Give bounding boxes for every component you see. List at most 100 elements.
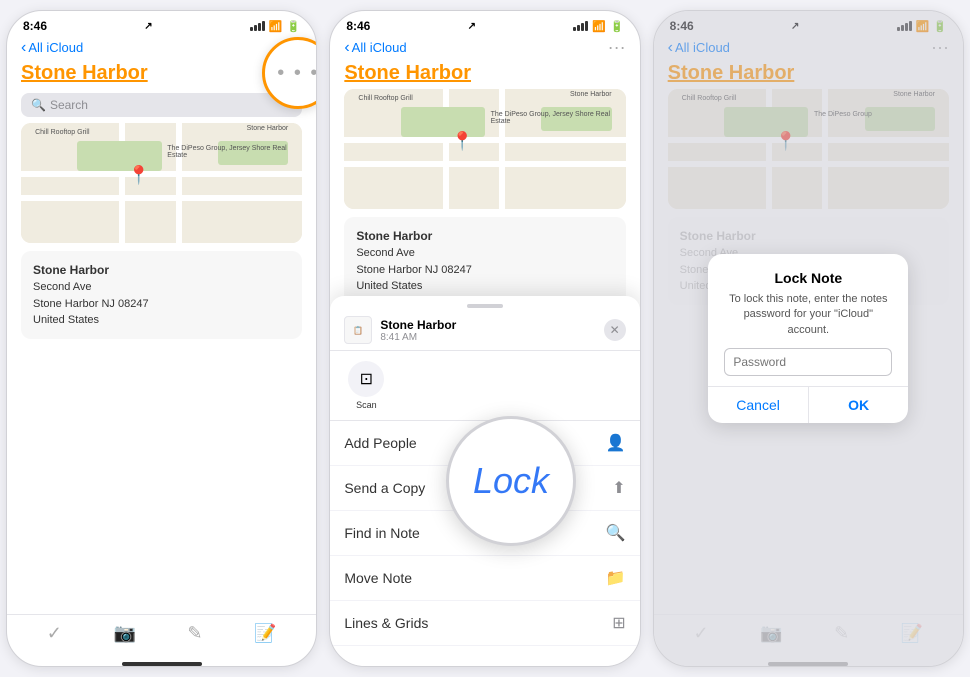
wifi-icon-2: 📶 xyxy=(592,20,606,33)
address-card-2: Stone Harbor Second Ave Stone Harbor NJ … xyxy=(344,217,625,305)
dialog-buttons: Cancel OK xyxy=(708,386,908,423)
bar3 xyxy=(258,23,261,31)
status-arrow-icon-2: ↗ xyxy=(468,21,476,32)
search-placeholder-1: Search xyxy=(50,98,88,112)
battery-icon-2: 🔋 xyxy=(610,20,624,33)
address-card-1: Stone Harbor Second Ave Stone Harbor NJ … xyxy=(21,251,302,339)
lock-dialog: Lock Note To lock this note, enter the n… xyxy=(708,254,908,423)
note-title-2: Stone Harbor xyxy=(330,62,639,89)
label-dipeso-2: The DiPeso Group, Jersey Shore Real Esta… xyxy=(491,111,626,125)
sheet-note-details: Stone Harbor 8:41 AM xyxy=(380,318,456,343)
nav-back-label-1: All iCloud xyxy=(28,40,83,55)
phone-panel-3: 8:46 ↗ 📶 🔋 ‹ All iCloud ··· Stone Harbor xyxy=(653,10,964,667)
search-bar-1[interactable]: 🔍 Search xyxy=(21,93,302,117)
battery-icon-1: 🔋 xyxy=(287,20,301,33)
address-street-1: Second Ave xyxy=(33,279,290,296)
note-thumb: 📋 xyxy=(344,316,372,344)
ok-button[interactable]: OK xyxy=(809,387,909,423)
signal-bars-2 xyxy=(573,21,588,31)
s3 xyxy=(581,23,584,31)
lock-dialog-overlay: Lock Note To lock this note, enter the n… xyxy=(654,11,963,666)
status-bar-1: 8:46 ↗ 📶 🔋 xyxy=(7,11,316,35)
dialog-title: Lock Note xyxy=(724,270,892,286)
s1 xyxy=(573,27,576,31)
back-arrow-icon-1: ‹ xyxy=(21,39,26,57)
status-icons-1: 📶 🔋 xyxy=(250,20,300,33)
label-grill-2: Chill Rooftop Grill xyxy=(358,95,412,102)
status-time-2: 8:46 xyxy=(346,19,370,33)
back-arrow-icon-2: ‹ xyxy=(344,39,349,57)
sheet-note-info: 📋 Stone Harbor 8:41 AM xyxy=(344,316,456,344)
lines-grids-label: Lines & Grids xyxy=(344,615,428,631)
address-name-1: Stone Harbor xyxy=(33,261,290,279)
sheet-note-time: 8:41 AM xyxy=(380,332,456,343)
send-copy-icon: ⬆ xyxy=(612,478,625,498)
nav-bar-2: ‹ All iCloud ··· xyxy=(330,35,639,62)
status-icons-2: 📶 🔋 xyxy=(573,20,623,33)
bar4 xyxy=(262,21,265,31)
scan-icon: ⊡ xyxy=(360,369,373,389)
signal-bars-1 xyxy=(250,21,265,31)
password-input[interactable] xyxy=(724,348,892,376)
bar2 xyxy=(254,25,257,31)
sheet-menu-lines-grids[interactable]: Lines & Grids ⊞ xyxy=(330,601,639,646)
phone-panel-2: 8:46 ↗ 📶 🔋 ‹ All iCloud ··· Stone Harbor xyxy=(329,10,640,667)
rv2-2 xyxy=(499,89,505,209)
address-name-2: Stone Harbor xyxy=(356,227,613,245)
s2 xyxy=(577,25,580,31)
home-indicator-1 xyxy=(122,662,202,666)
find-in-note-label: Find in Note xyxy=(344,525,419,541)
cancel-button[interactable]: Cancel xyxy=(708,387,809,423)
address-street-2: Second Ave xyxy=(356,245,613,262)
status-bar-2: 8:46 ↗ 📶 🔋 xyxy=(330,11,639,35)
address-country-1: United States xyxy=(33,312,290,329)
toolbar-check-1[interactable]: ✓ xyxy=(47,623,62,644)
scan-label: Scan xyxy=(356,400,377,410)
sheet-close-button[interactable]: ✕ xyxy=(604,319,626,341)
find-in-note-icon: 🔍 xyxy=(606,523,626,543)
s4 xyxy=(585,21,588,31)
phone-panel-1: 8:46 ↗ 📶 🔋 ‹ All iCloud ··· Stone Harbor… xyxy=(6,10,317,667)
rh1-2 xyxy=(344,137,625,143)
add-people-icon: 👤 xyxy=(606,433,626,453)
label-stone-harbor-2: Stone Harbor xyxy=(570,91,612,98)
wifi-icon-1: 📶 xyxy=(269,20,283,33)
address-citystate-1: Stone Harbor NJ 08247 xyxy=(33,296,290,313)
label-stone-harbor-1: Stone Harbor xyxy=(247,125,289,132)
toolbar-camera-1[interactable]: 📷 xyxy=(113,623,135,644)
address-country-2: United States xyxy=(356,278,613,295)
scan-icon-circle: ⊡ xyxy=(348,361,384,397)
bar1 xyxy=(250,27,253,31)
lock-label: Lock xyxy=(473,460,549,502)
label-dipeso-1: The DiPeso Group, Jersey Shore Real Esta… xyxy=(167,145,302,159)
nav-back-2[interactable]: ‹ All iCloud xyxy=(344,39,406,57)
toolbar-compose-1[interactable]: ✎ xyxy=(187,623,202,644)
sheet-icon-scan[interactable]: ⊡ Scan xyxy=(344,361,388,410)
bottom-toolbar-1: ✓ 📷 ✎ 📝 xyxy=(7,614,316,658)
add-people-label: Add People xyxy=(344,435,416,451)
road-v2 xyxy=(176,123,182,243)
sheet-menu-move-note[interactable]: Move Note 📁 xyxy=(330,556,639,601)
sheet-scroll-row: ⊡ Scan xyxy=(330,351,639,421)
dialog-body: To lock this note, enter the notes passw… xyxy=(724,292,892,338)
address-citystate-2: Stone Harbor NJ 08247 xyxy=(356,262,613,279)
map-area-1: 📍 Chill Rooftop Grill The DiPeso Group, … xyxy=(21,123,302,243)
lines-grids-icon: ⊞ xyxy=(612,613,625,633)
toolbar-newdoc-1[interactable]: 📝 xyxy=(254,623,276,644)
dots-icon: • • • xyxy=(277,62,317,85)
map-bg-1: 📍 Chill Rooftop Grill The DiPeso Group, … xyxy=(21,123,302,243)
road-h2 xyxy=(21,195,302,201)
rh2-2 xyxy=(344,161,625,167)
label-grill-1: Chill Rooftop Grill xyxy=(35,129,89,136)
move-note-icon: 📁 xyxy=(606,568,626,588)
search-icon-1: 🔍 xyxy=(31,98,46,112)
map-pin-2: 📍 xyxy=(451,131,473,152)
road-h1 xyxy=(21,171,302,177)
sheet-header: 📋 Stone Harbor 8:41 AM ✕ xyxy=(330,308,639,351)
send-copy-label: Send a Copy xyxy=(344,480,425,496)
nav-action-2[interactable]: ··· xyxy=(608,37,626,58)
map-area-2: 📍 Chill Rooftop Grill The DiPeso Group, … xyxy=(344,89,625,209)
nav-back-1[interactable]: ‹ All iCloud xyxy=(21,39,83,57)
lock-magnify-circle: Lock xyxy=(446,416,576,546)
status-arrow-icon-1: ↗ xyxy=(144,21,152,32)
